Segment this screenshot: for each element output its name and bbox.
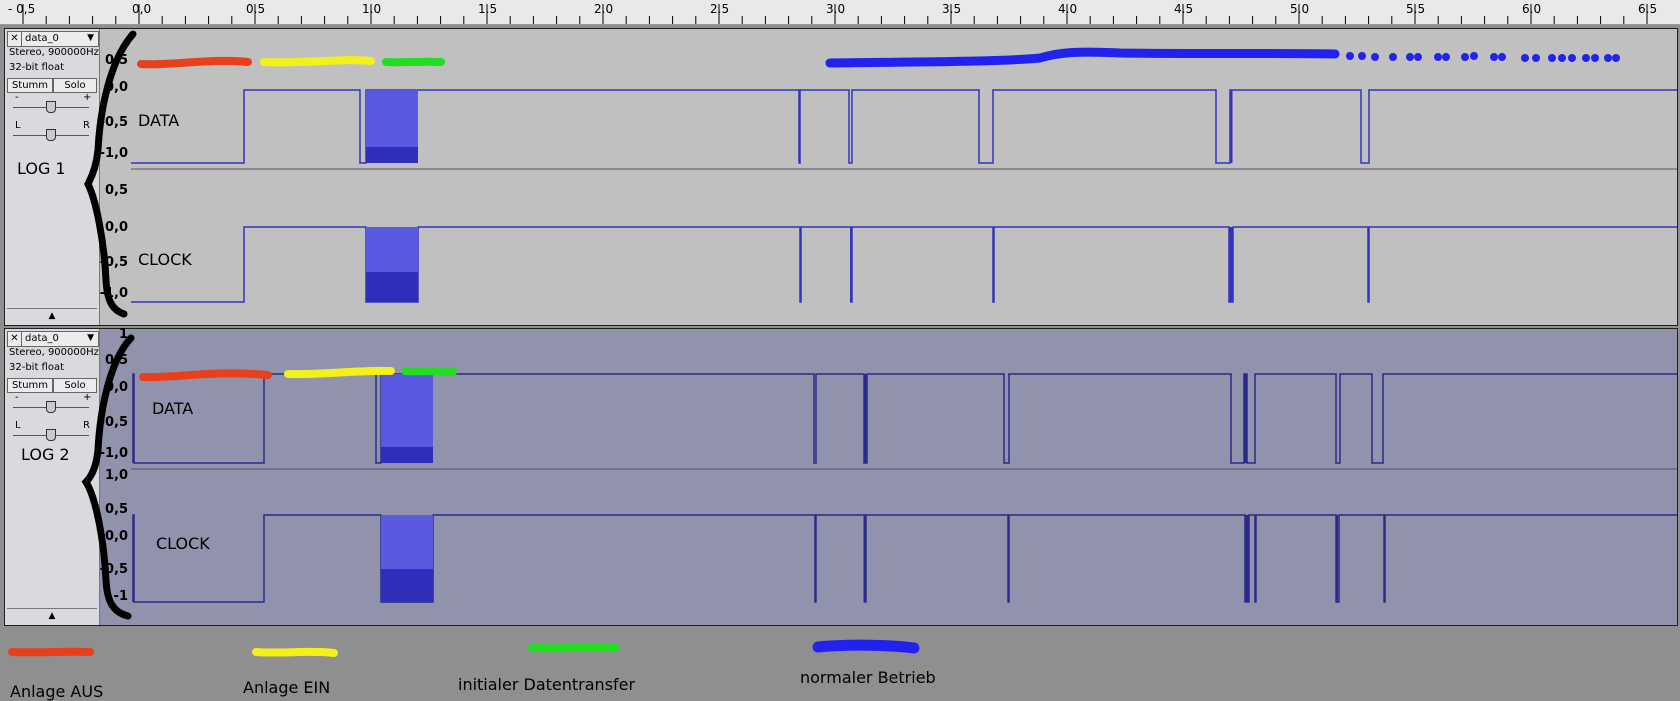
ruler-label: 1.5 xyxy=(478,2,498,16)
pan-left-label: L xyxy=(15,420,21,431)
clock-burst-core xyxy=(366,272,418,302)
chevron-down-icon[interactable]: ▼ xyxy=(87,333,94,343)
audio-track-2: ✕ data_0 ▼ Stereo, 900000Hz 32-bit float… xyxy=(4,327,1678,626)
close-track-button[interactable]: ✕ xyxy=(8,332,22,346)
solo-button[interactable]: Solo xyxy=(53,78,97,93)
legend-marker-normal xyxy=(812,639,920,654)
scale-label: 0,5 xyxy=(104,53,128,68)
track-sample-format: 32-bit float xyxy=(9,62,65,73)
scale-label: 0,5 xyxy=(104,183,128,198)
scale-label: -1,0 xyxy=(99,146,128,161)
mute-button[interactable]: Stumm xyxy=(7,78,53,93)
ruler-label: 0.5 xyxy=(246,2,266,16)
close-track-button[interactable]: ✕ xyxy=(8,32,22,46)
channel-label-clock: CLOCK xyxy=(138,250,192,269)
scale-label: 1 xyxy=(118,327,128,342)
scale-label: -0,5 xyxy=(99,255,128,270)
pan-right-label: R xyxy=(83,120,90,131)
vertical-scale: 1 0,5 0,0 -0,5 -1,0 1,0 0,5 0,0 -0,5 -1 xyxy=(99,327,130,625)
clock-burst-core xyxy=(381,569,433,602)
collapse-track-button[interactable]: ▲ xyxy=(7,608,97,623)
ruler-label: 4.5 xyxy=(1174,2,1194,16)
data-burst-core xyxy=(381,447,433,463)
track-control-panel: ✕ data_0 ▼ Stereo, 900000Hz 32-bit float… xyxy=(5,29,100,325)
track-header: ✕ data_0 ▼ xyxy=(7,31,99,47)
channel-label-data: DATA xyxy=(152,399,194,418)
pan-right-label: R xyxy=(83,420,90,431)
waveform-svg xyxy=(131,89,1677,303)
pan-slider-knob[interactable] xyxy=(46,129,56,141)
scale-label: -1,0 xyxy=(99,446,128,461)
legend-label-on: Anlage EIN xyxy=(243,678,331,697)
scale-label: -0,5 xyxy=(99,415,128,430)
scale-label: -0,5 xyxy=(99,115,128,130)
track-name-button[interactable]: data_0 xyxy=(25,33,59,44)
ruler-label: 1.0 xyxy=(362,2,382,16)
chevron-down-icon[interactable]: ▼ xyxy=(87,33,94,43)
gain-slider-knob[interactable] xyxy=(46,401,56,413)
ruler-label: 2.0 xyxy=(594,2,614,16)
track-format-info: Stereo, 900000Hz xyxy=(9,47,99,58)
ruler-label: - 0,5 xyxy=(8,2,36,16)
vertical-scale: 0,5 0,0 -0,5 -1,0 0,5 0,0 -0,5 -1,0 xyxy=(100,29,130,325)
scale-label: 0,0 xyxy=(104,220,128,235)
track-sample-format: 32-bit float xyxy=(9,362,65,373)
scale-label: -0,5 xyxy=(99,562,128,577)
waveform-svg xyxy=(131,373,1677,603)
track-name-button[interactable]: data_0 xyxy=(25,333,59,344)
pan-slider-knob[interactable] xyxy=(46,429,56,441)
mute-button[interactable]: Stumm xyxy=(7,378,53,393)
legend-marker-init xyxy=(528,643,620,653)
scale-label: -1,0 xyxy=(99,286,128,301)
scale-label: 1,0 xyxy=(104,468,128,483)
log-label: LOG 1 xyxy=(17,159,66,178)
scale-label: 0,5 xyxy=(104,353,128,368)
ruler-label: 0,0 xyxy=(132,2,152,16)
gain-minus-label: - xyxy=(15,92,19,103)
ruler-label: 2.5 xyxy=(710,2,730,16)
ruler-label: 5.5 xyxy=(1406,2,1426,16)
track-format-info: Stereo, 900000Hz xyxy=(9,347,99,358)
legend-marker-off xyxy=(8,647,94,657)
solo-button[interactable]: Solo xyxy=(53,378,97,393)
waveform-area[interactable]: DATA CLOCK xyxy=(131,329,1677,625)
channel-label-data: DATA xyxy=(138,111,180,130)
scale-label: 0,0 xyxy=(104,529,128,544)
ruler-label: 3.0 xyxy=(826,2,846,16)
ruler-label: 6.5 xyxy=(1638,2,1658,16)
legend-label-normal: normaler Betrieb xyxy=(800,668,936,687)
scale-label: 0,0 xyxy=(104,380,128,395)
ruler-label: 5.0 xyxy=(1290,2,1310,16)
legend-label-off: Anlage AUS xyxy=(10,682,104,701)
collapse-track-button[interactable]: ▲ xyxy=(7,308,97,323)
gain-plus-label: + xyxy=(83,92,92,103)
scale-label: -1 xyxy=(113,589,128,604)
ruler-label: 6.0 xyxy=(1522,2,1542,16)
channel-label-clock: CLOCK xyxy=(156,534,210,553)
pan-left-label: L xyxy=(15,120,21,131)
log-label: LOG 2 xyxy=(21,445,70,464)
track-header: ✕ data_0 ▼ xyxy=(7,331,99,347)
ruler-label: 4.0 xyxy=(1058,2,1078,16)
scale-label: 0,0 xyxy=(104,80,128,95)
timeline-ruler[interactable]: - 0,5 0,0 0.5 1.0 1.5 2.0 2.5 3.0 3.5 4.… xyxy=(0,0,1680,25)
audio-track-1: ✕ data_0 ▼ Stereo, 900000Hz 32-bit float… xyxy=(4,28,1678,326)
gain-minus-label: - xyxy=(15,392,19,403)
scale-label: 0,5 xyxy=(104,502,128,517)
ruler-label: 3.5 xyxy=(942,2,962,16)
gain-slider-knob[interactable] xyxy=(46,101,56,113)
data-burst-core xyxy=(366,147,418,163)
legend-label-init: initialer Datentransfer xyxy=(458,675,636,694)
legend-marker-on xyxy=(252,647,338,657)
waveform-area[interactable]: DATA CLOCK xyxy=(131,29,1677,325)
track-control-panel: ✕ data_0 ▼ Stereo, 900000Hz 32-bit float… xyxy=(5,329,100,625)
gain-plus-label: + xyxy=(83,392,92,403)
